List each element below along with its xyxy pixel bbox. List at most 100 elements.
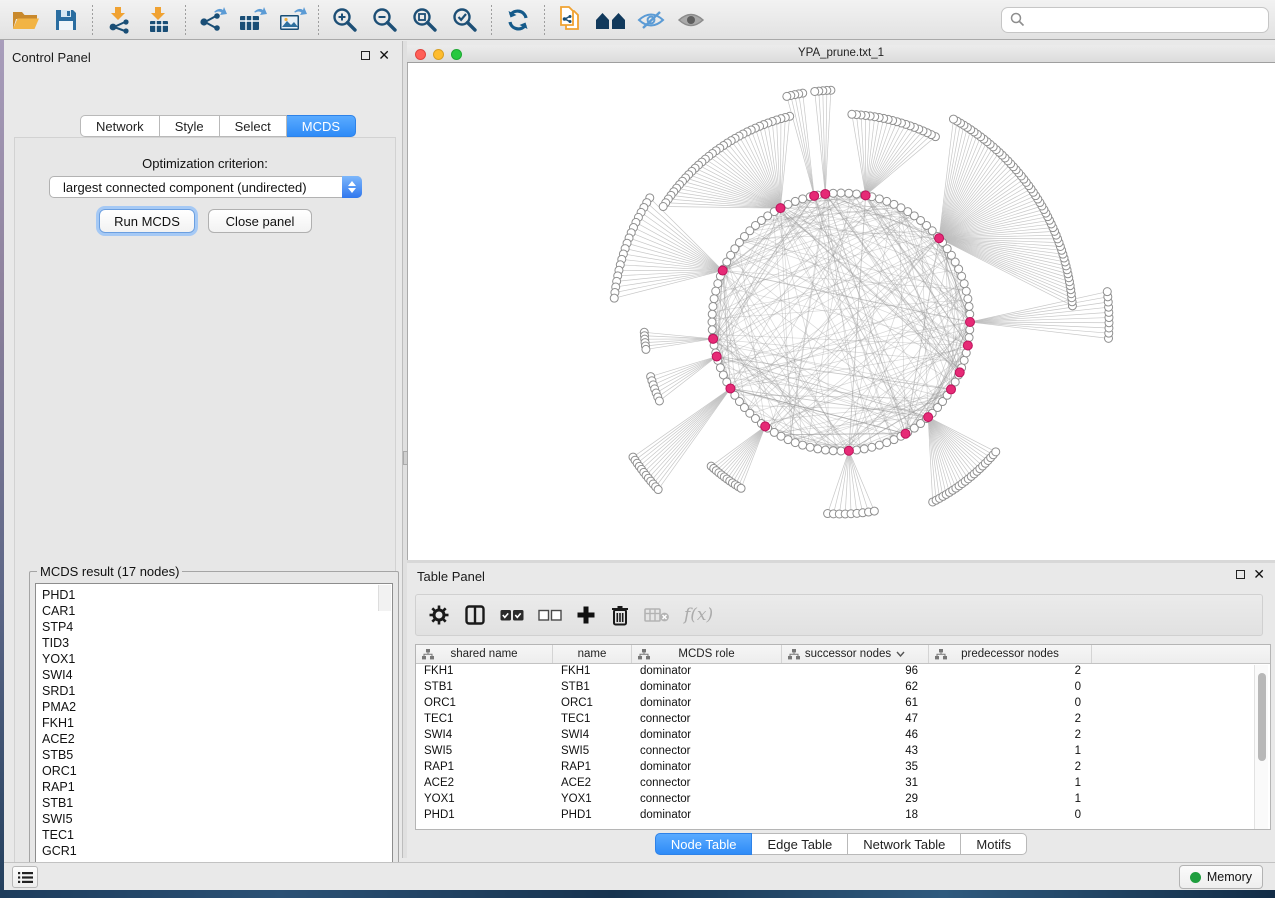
memory-label: Memory [1207,870,1252,884]
deselect-all-rows-icon[interactable] [538,609,562,622]
close-table-panel-icon[interactable]: ✕ [1253,570,1265,579]
mcds-result-item[interactable]: ORC1 [42,763,392,779]
hide-selected-button[interactable] [631,3,671,37]
task-history-button[interactable] [12,866,38,888]
mcds-result-item[interactable]: STP4 [42,619,392,635]
export-table-button[interactable] [232,3,272,37]
table-panel: Table Panel ✕ f(x) shared namenameMCDS r… [407,563,1275,858]
toolbar-separator [185,5,186,35]
delete-column-trash-icon[interactable] [610,604,630,626]
network-canvas[interactable] [407,63,1275,560]
select-all-rows-icon[interactable] [500,609,524,622]
toolbar-separator [544,5,545,35]
attribute-type-icon [935,649,947,663]
zoom-fit-button[interactable] [405,3,445,37]
mcds-result-item[interactable]: STB5 [42,747,392,763]
network-window-titlebar[interactable]: YPA_prune.txt_1 [407,45,1275,63]
open-session-button[interactable] [6,3,46,37]
tab-mcds[interactable]: MCDS [287,115,356,137]
mcds-result-item[interactable]: FKH1 [42,715,392,731]
float-table-panel-icon[interactable] [1236,570,1245,579]
add-column-icon[interactable] [576,605,596,625]
mcds-result-title: MCDS result (17 nodes) [37,564,182,579]
column-header-name[interactable]: name [553,645,632,663]
zoom-selected-icon [451,6,479,34]
table-scrollbar[interactable] [1254,665,1268,829]
search-icon [1010,12,1025,27]
zoom-out-button[interactable] [365,3,405,37]
show-all-button[interactable] [671,3,711,37]
mcds-result-item[interactable]: SWI5 [42,811,392,827]
table-row[interactable]: TEC1TEC1connector472 [416,712,1270,728]
save-session-button[interactable] [46,3,86,37]
mcds-result-item[interactable]: TID3 [42,635,392,651]
float-panel-icon[interactable] [361,51,370,60]
table-row[interactable]: RAP1RAP1dominator352 [416,760,1270,776]
main-toolbar [0,0,1275,40]
criterion-selected-value: largest connected component (undirected) [50,180,342,195]
mcds-result-group: MCDS result (17 nodes) PHD1CAR1STP4TID3Y… [29,564,399,898]
column-visibility-icon[interactable] [464,604,486,626]
table-settings-gear-icon[interactable] [428,604,450,626]
tab-network[interactable]: Network [80,115,160,137]
table-row[interactable]: ACE2ACE2connector311 [416,776,1270,792]
tab-network-table[interactable]: Network Table [848,833,961,855]
mcds-result-item[interactable]: SRD1 [42,683,392,699]
tab-select[interactable]: Select [220,115,287,137]
mcds-result-item[interactable]: STB1 [42,795,392,811]
mcds-result-item[interactable]: YOX1 [42,651,392,667]
mcds-result-item[interactable]: TEC1 [42,827,392,843]
column-header-predecessor-nodes[interactable]: predecessor nodes [929,645,1092,663]
desktop-wallpaper-bottom [0,890,1275,898]
first-neighbors-button[interactable] [591,3,631,37]
export-image-button[interactable] [272,3,312,37]
clone-network-button[interactable] [551,3,591,37]
zoom-selected-button[interactable] [445,3,485,37]
mcds-result-item[interactable]: ACE2 [42,731,392,747]
select-stepper-icon [342,176,362,198]
list-icon [18,871,33,884]
zoom-in-button[interactable] [325,3,365,37]
network-graph [408,63,1275,560]
toolbar-separator [318,5,319,35]
close-panel-icon[interactable]: ✕ [378,51,390,60]
sort-indicator-icon [896,648,905,660]
table-row[interactable]: SWI4SWI4dominator462 [416,728,1270,744]
search-input[interactable] [1031,13,1260,27]
mcds-result-item[interactable]: SWI4 [42,667,392,683]
column-header-successor-nodes[interactable]: successor nodes [782,645,929,663]
mcds-result-item[interactable]: CAR1 [42,603,392,619]
import-network-icon [105,6,133,34]
table-scrollbar-thumb[interactable] [1258,673,1266,761]
column-header-shared-name[interactable]: shared name [416,645,553,663]
close-panel-button[interactable]: Close panel [208,209,312,233]
refresh-layout-button[interactable] [498,3,538,37]
import-table-button[interactable] [139,3,179,37]
refresh-icon [504,6,532,34]
tab-node-table[interactable]: Node Table [655,833,753,855]
mcds-result-item[interactable]: PHD1 [42,587,392,603]
mcds-result-list: PHD1CAR1STP4TID3YOX1SWI4SRD1PMA2FKH1ACE2… [35,583,393,898]
function-builder-icon[interactable]: f(x) [684,605,713,625]
tab-style[interactable]: Style [160,115,220,137]
memory-status-icon [1190,872,1201,883]
tab-edge-table[interactable]: Edge Table [752,833,848,855]
mcds-result-item[interactable]: PMA2 [42,699,392,715]
import-network-button[interactable] [99,3,139,37]
mcds-result-item[interactable]: GCR1 [42,843,392,859]
delete-table-icon[interactable] [644,607,670,623]
tab-motifs[interactable]: Motifs [961,833,1027,855]
table-row[interactable]: PHD1PHD1dominator180 [416,808,1270,824]
table-row[interactable]: ORC1ORC1dominator610 [416,696,1270,712]
run-mcds-button[interactable]: Run MCDS [99,209,195,233]
table-row[interactable]: STB1STB1dominator620 [416,680,1270,696]
table-row[interactable]: FKH1FKH1dominator962 [416,664,1270,680]
table-row[interactable]: SWI5SWI5connector431 [416,744,1270,760]
column-header-mcds-role[interactable]: MCDS role [632,645,782,663]
memory-button[interactable]: Memory [1179,865,1263,889]
export-network-button[interactable] [192,3,232,37]
table-row[interactable]: YOX1YOX1connector291 [416,792,1270,808]
mcds-result-item[interactable]: RAP1 [42,779,392,795]
criterion-select[interactable]: largest connected component (undirected) [49,176,362,198]
mcds-list-scrollbar[interactable] [378,585,391,611]
